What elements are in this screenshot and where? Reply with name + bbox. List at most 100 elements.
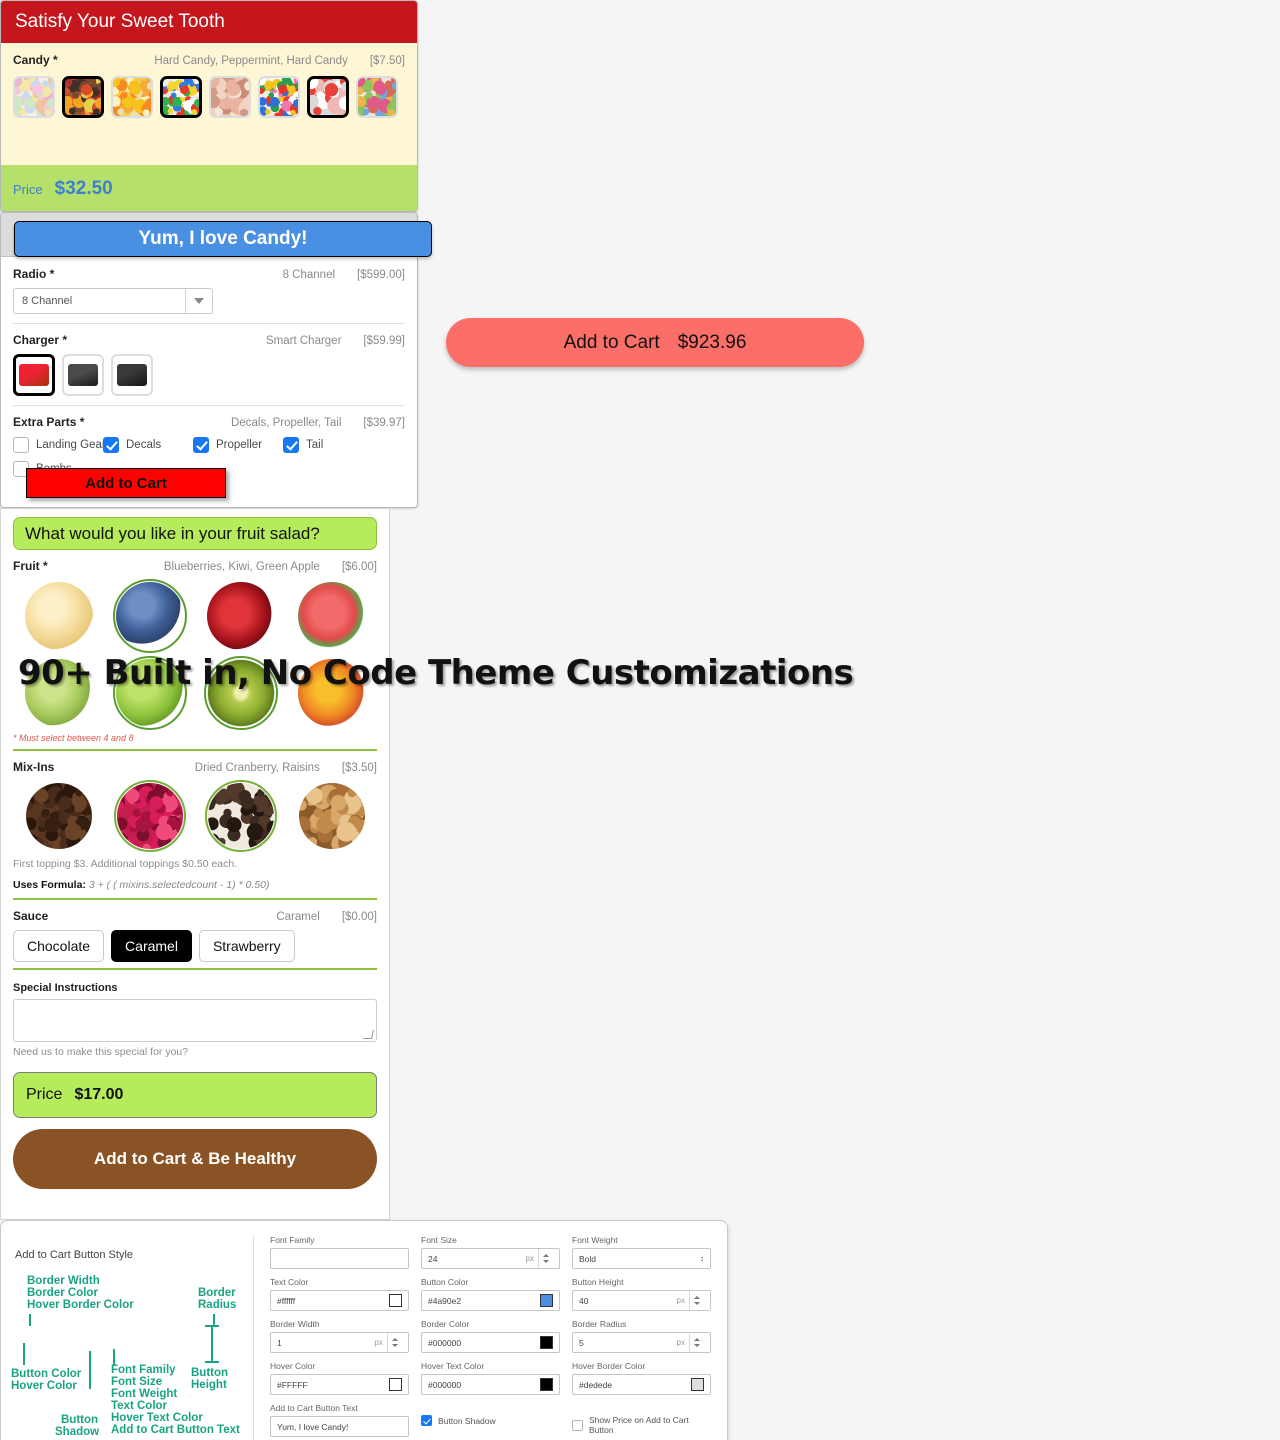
fruit-label: Fruit * <box>13 559 48 573</box>
mixin-choice-almonds[interactable] <box>286 778 377 854</box>
mixin-choice-raisins[interactable] <box>195 778 286 854</box>
fruit-choice-watermelon[interactable] <box>286 577 377 654</box>
special-instructions-input[interactable] <box>13 999 377 1042</box>
checkbox-icon[interactable] <box>193 437 209 453</box>
sauce-button-group: Chocolate Caramel Strawberry <box>13 930 377 962</box>
candy-price-value: $32.50 <box>54 178 113 199</box>
field-border-radius-unit: px <box>676 1338 685 1347</box>
candy-panel-body: Candy * Hard Candy, Peppermint, Hard Can… <box>1 43 417 165</box>
extra-part-decals[interactable]: Decals <box>103 437 179 453</box>
extra-part-propeller[interactable]: Propeller <box>193 437 269 453</box>
chevron-down-icon[interactable] <box>185 289 204 313</box>
field-add-to-cart-button-text-value: Yum, I love Candy! <box>277 1421 349 1432</box>
field-font-size-input[interactable]: 24 px <box>421 1248 560 1269</box>
mixin-choice-dried-cranberry[interactable] <box>104 778 195 854</box>
field-button-height-unit: px <box>676 1296 685 1305</box>
checkbox-icon[interactable] <box>283 437 299 453</box>
field-hover-border-color-input[interactable]: #dedede <box>572 1374 711 1395</box>
charger-label: Charger * <box>13 333 68 347</box>
sauce-button-caramel[interactable]: Caramel <box>111 930 192 962</box>
border-radius-stepper[interactable] <box>689 1333 704 1352</box>
special-instructions-label: Special Instructions <box>13 982 118 994</box>
button-height-stepper[interactable] <box>689 1291 704 1310</box>
field-hover-color-input[interactable]: #FFFFF <box>270 1374 409 1395</box>
font-size-stepper[interactable] <box>538 1249 553 1268</box>
product-add-to-cart-button[interactable]: Add to Cart $923.96 <box>446 318 864 367</box>
field-border-color-input[interactable]: #000000 <box>421 1332 560 1353</box>
annotation-button-height-line2: Height <box>191 1379 227 1391</box>
field-border-width-input[interactable]: 1 px <box>270 1332 409 1353</box>
mixin-choice-chocolate-chips[interactable] <box>13 778 104 854</box>
charger-swatch-charger-black-round[interactable] <box>62 354 104 396</box>
candy-swatch-sour-sticks[interactable] <box>356 76 398 118</box>
hover-border-color-swatch-icon[interactable] <box>691 1378 704 1391</box>
candy-swatch-peppermint-sprinkles[interactable] <box>160 76 202 118</box>
candy-swatch-rainbow-mix[interactable] <box>258 76 300 118</box>
demo-add-to-cart-button[interactable]: Add to Cart <box>26 468 226 498</box>
field-button-height-value: 40 <box>579 1295 589 1306</box>
style-diagram: Add to Cart Button Style Border Width Bo… <box>1 1221 253 1440</box>
candy-swatch-taffy[interactable] <box>209 76 251 118</box>
style-editor-title: Add to Cart Button Style <box>15 1249 134 1261</box>
fruit-selection-note: * Must select between 4 and 8 <box>13 733 134 743</box>
extra-parts-price: [$39.97] <box>363 417 405 429</box>
hover-color-swatch-icon[interactable] <box>389 1378 402 1391</box>
field-button-height: Button Height 40 px <box>572 1277 711 1311</box>
candy-swatch-pastel-mix[interactable] <box>13 76 55 118</box>
fruit-choice-cherries[interactable] <box>195 577 286 654</box>
checkbox-icon-button-shadow[interactable] <box>421 1415 432 1426</box>
field-text-color-input[interactable]: #ffffff <box>270 1290 409 1311</box>
checkbox-icon[interactable] <box>103 437 119 453</box>
mixins-choice-grid <box>13 778 377 854</box>
annotation-hover-color: Hover Color <box>11 1380 77 1392</box>
checkbox-show-price[interactable]: Show Price on Add to Cart Button <box>572 1415 711 1435</box>
charger-selected-summary: Smart Charger <box>266 335 342 347</box>
field-border-width-value: 1 <box>277 1337 282 1348</box>
candy-add-to-cart-button[interactable]: Yum, I love Candy! <box>14 221 432 257</box>
field-add-to-cart-button-text-input[interactable]: Yum, I love Candy! <box>270 1416 409 1437</box>
field-hover-border-color: Hover Border Color #dedede <box>572 1361 711 1395</box>
candy-swatch-candy-canes[interactable] <box>307 76 349 118</box>
extra-parts-label: Extra Parts * <box>13 415 85 429</box>
border-width-stepper[interactable] <box>387 1333 402 1352</box>
checkbox-show-price-label: Show Price on Add to Cart Button <box>589 1415 689 1435</box>
field-border-color-label: Border Color <box>421 1319 470 1329</box>
border-color-swatch-icon[interactable] <box>540 1336 553 1349</box>
fruit-choice-banana[interactable] <box>13 577 104 654</box>
field-button-height-input[interactable]: 40 px <box>572 1290 711 1311</box>
fruit-add-to-cart-button[interactable]: Add to Cart & Be Healthy <box>13 1129 377 1189</box>
annotation-button-shadow-line2: Shadow <box>55 1426 100 1438</box>
fruit-price-value: $17.00 <box>74 1086 124 1103</box>
field-font-family-input[interactable] <box>270 1248 409 1269</box>
checkbox-icon-show-price[interactable] <box>572 1419 583 1431</box>
candy-swatch-candy-corn[interactable] <box>111 76 153 118</box>
text-color-swatch-icon[interactable] <box>389 1294 402 1307</box>
extra-part-landing-gear[interactable]: Landing Gear <box>13 437 106 453</box>
candy-swatch-hard-candy[interactable] <box>62 76 104 118</box>
field-button-color-input[interactable]: #4a90e2 <box>421 1290 560 1311</box>
field-font-size-value: 24 <box>428 1253 438 1264</box>
field-border-width: Border Width 1 px <box>270 1319 409 1353</box>
field-font-size-unit: px <box>525 1254 534 1263</box>
extra-part-tail[interactable]: Tail <box>283 437 359 453</box>
mixins-label: Mix-Ins <box>13 760 55 774</box>
checkbox-button-shadow[interactable]: Button Shadow <box>421 1415 560 1426</box>
radio-select[interactable]: 8 Channel <box>13 288 213 314</box>
hover-text-color-swatch-icon[interactable] <box>540 1378 553 1391</box>
sauce-price-tag: [$0.00] <box>341 911 377 923</box>
button-color-swatch-icon[interactable] <box>540 1294 553 1307</box>
fruit-choice-blueberries[interactable] <box>104 577 195 654</box>
charger-image-charger-black-box <box>117 364 147 386</box>
checkbox-icon[interactable] <box>13 437 29 453</box>
field-hover-text-color-input[interactable]: #000000 <box>421 1374 560 1395</box>
charger-swatch-charger-black-box[interactable] <box>111 354 153 396</box>
field-font-weight-select[interactable]: Bold ↕ <box>572 1248 711 1269</box>
sauce-option-row: Sauce Caramel [$0.00] <box>13 909 377 923</box>
sauce-button-chocolate[interactable]: Chocolate <box>13 930 105 962</box>
annotation-add-to-cart-button-text: Add to Cart Button Text <box>111 1424 240 1436</box>
field-border-radius-input[interactable]: 5 px <box>572 1332 711 1353</box>
mixins-section: Mix-Ins Dried Cranberry, Raisins [$3.50]… <box>13 749 377 891</box>
sauce-button-strawberry[interactable]: Strawberry <box>198 930 295 962</box>
field-button-color-value: #4a90e2 <box>428 1295 462 1306</box>
charger-swatch-smart-charger-red[interactable] <box>13 354 55 396</box>
